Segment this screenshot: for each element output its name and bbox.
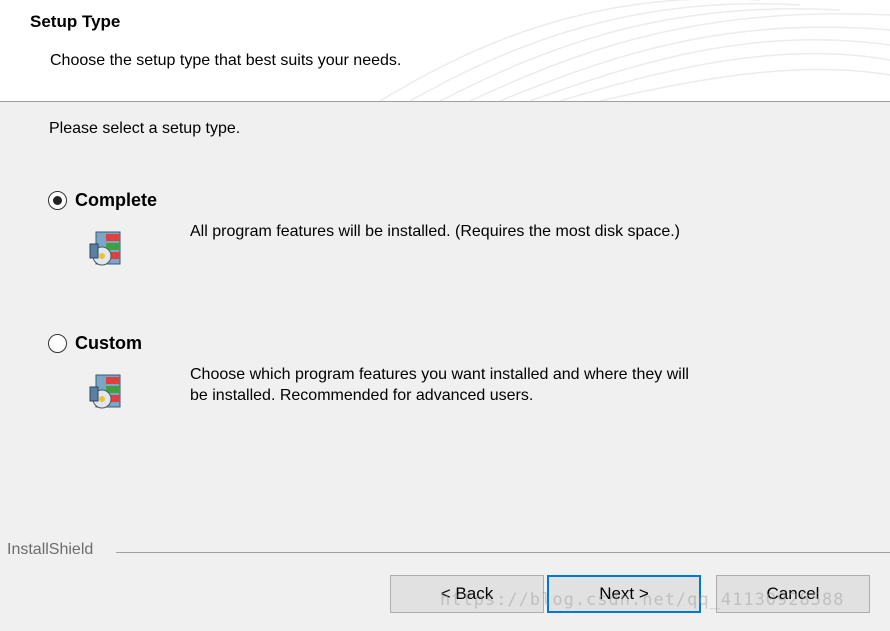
description-line: be installed. Recommended for advanced u…: [190, 387, 534, 404]
description-line: All program features will be installed. …: [190, 223, 680, 240]
complete-radio-button[interactable]: [48, 191, 67, 210]
watermark-text: https://blog.csdn.net/qq_41130928588: [440, 590, 845, 610]
header-title: Setup Type: [30, 12, 121, 31]
setup-package-icon: [89, 374, 121, 409]
radio-selected-dot: [53, 196, 62, 205]
header-wave-decoration: [379, 0, 890, 101]
custom-option-label[interactable]: Custom: [75, 333, 142, 354]
setup-package-icon: [89, 231, 121, 266]
custom-option[interactable]: Custom: [48, 333, 142, 354]
custom-radio-button[interactable]: [48, 334, 67, 353]
complete-option-label[interactable]: Complete: [75, 190, 157, 211]
dialog-header: Setup Type Choose the setup type that be…: [0, 0, 890, 102]
description-line: Choose which program features you want i…: [190, 366, 689, 383]
header-subtitle: Choose the setup type that best suits yo…: [50, 52, 402, 69]
footer-divider: [116, 552, 890, 553]
setup-type-prompt: Please select a setup type.: [49, 120, 241, 137]
complete-option-description: All program features will be installed. …: [190, 221, 790, 242]
custom-option-description: Choose which program features you want i…: [190, 364, 790, 406]
complete-option[interactable]: Complete: [48, 190, 157, 211]
installshield-brand: InstallShield: [7, 541, 94, 558]
